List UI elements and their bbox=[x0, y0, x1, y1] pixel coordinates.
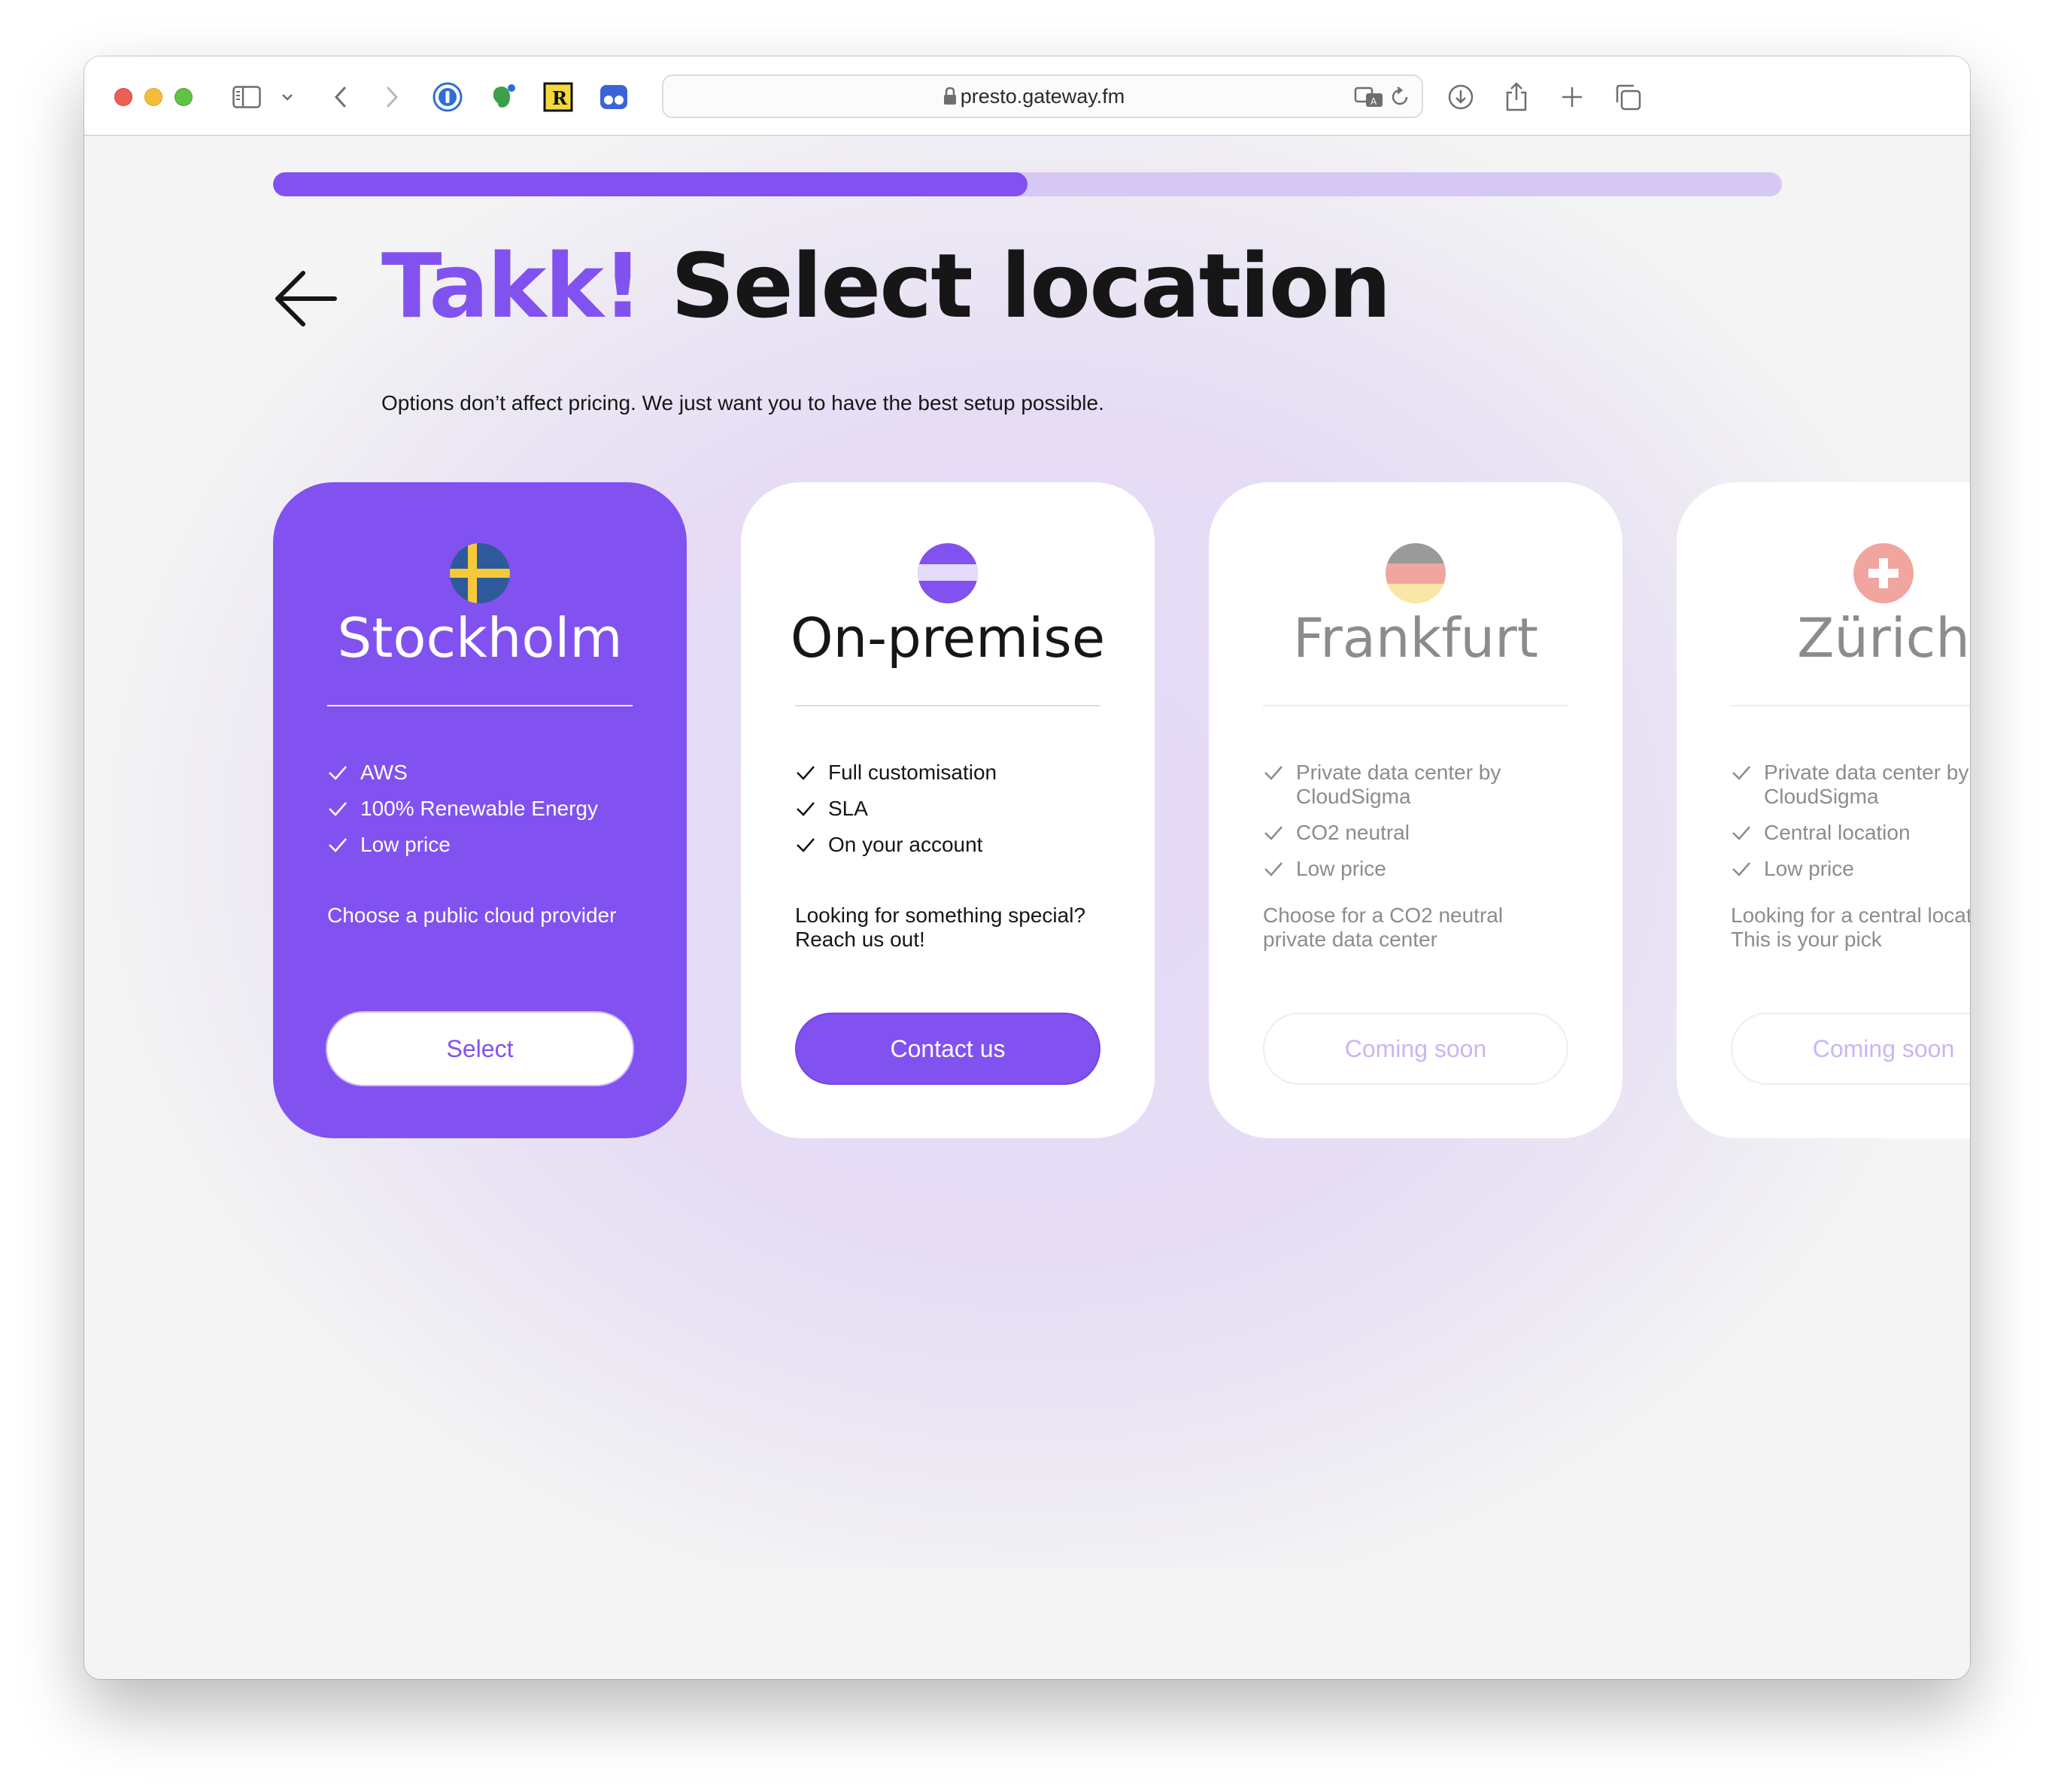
check-icon bbox=[795, 762, 816, 788]
feature-item: Low price bbox=[1263, 857, 1594, 881]
svg-text:R: R bbox=[552, 87, 568, 109]
svg-text:A: A bbox=[1371, 96, 1377, 107]
feature-list: Full customisation SLA On your account bbox=[795, 761, 1126, 869]
tab-overview-icon[interactable] bbox=[1613, 79, 1643, 115]
new-tab-icon[interactable] bbox=[1557, 79, 1587, 115]
feature-item: 100% Renewable Energy bbox=[327, 797, 658, 821]
progress-fill bbox=[273, 172, 1028, 196]
check-icon bbox=[795, 834, 816, 861]
location-card-zurich: Zürich Private data center by CloudSigma… bbox=[1677, 482, 1970, 1138]
location-title: Zürich bbox=[1797, 606, 1970, 670]
divider bbox=[1263, 705, 1568, 706]
location-title: Stockholm bbox=[337, 606, 623, 670]
feature-item: Central location bbox=[1731, 821, 1970, 845]
on-premise-flag-icon bbox=[918, 543, 978, 603]
check-icon bbox=[1263, 762, 1284, 788]
location-description: Choose a public cloud provider bbox=[327, 904, 617, 927]
check-icon bbox=[795, 798, 816, 825]
browser-toolbar: R presto.gateway.fm A bbox=[84, 56, 1970, 136]
check-icon bbox=[1731, 822, 1752, 849]
location-title: Frankfurt bbox=[1292, 606, 1539, 670]
select-button[interactable]: Select bbox=[327, 1013, 633, 1085]
share-icon[interactable] bbox=[1501, 79, 1531, 115]
back-icon[interactable] bbox=[329, 79, 351, 115]
sidebar-icon[interactable] bbox=[230, 79, 263, 115]
translate-icon[interactable]: A bbox=[1354, 86, 1384, 111]
feature-item: On your account bbox=[795, 833, 1126, 857]
location-title: On-premise bbox=[790, 606, 1106, 670]
close-window-button[interactable] bbox=[114, 88, 132, 106]
url-text: presto.gateway.fm bbox=[960, 85, 1125, 108]
reload-icon[interactable] bbox=[1390, 87, 1410, 111]
feature-list: AWS 100% Renewable Energy Low price bbox=[327, 761, 658, 869]
coming-soon-button: Coming soon bbox=[1731, 1013, 1970, 1085]
title-accent: Takk! bbox=[381, 234, 643, 338]
feature-item: SLA bbox=[795, 797, 1126, 821]
contact-us-button[interactable]: Contact us bbox=[795, 1013, 1100, 1085]
feature-item: Low price bbox=[1731, 857, 1970, 881]
coming-soon-button: Coming soon bbox=[1263, 1013, 1568, 1085]
feature-item: Low price bbox=[327, 833, 658, 857]
back-arrow-icon[interactable] bbox=[273, 266, 338, 334]
forward-icon[interactable] bbox=[381, 79, 404, 115]
check-icon bbox=[1263, 822, 1284, 849]
download-icon[interactable] bbox=[1446, 79, 1476, 115]
germany-flag-icon bbox=[1386, 543, 1446, 603]
page-subtitle: Options don’t affect pricing. We just wa… bbox=[381, 391, 1104, 415]
address-bar[interactable]: presto.gateway.fm A bbox=[662, 74, 1423, 118]
location-description: Looking for a central location? This is … bbox=[1731, 904, 1970, 951]
minimize-window-button[interactable] bbox=[144, 88, 162, 106]
check-icon bbox=[327, 798, 348, 825]
feature-item: Private data center by CloudSigma bbox=[1731, 761, 1970, 809]
check-icon bbox=[327, 834, 348, 861]
feature-item: AWS bbox=[327, 761, 658, 785]
location-description: Choose for a CO2 neutral private data ce… bbox=[1263, 904, 1504, 951]
extension-icon[interactable] bbox=[599, 79, 629, 115]
divider bbox=[795, 705, 1100, 706]
feature-list: Private data center by CloudSigma Centra… bbox=[1731, 761, 1970, 893]
feature-item: Full customisation bbox=[795, 761, 1126, 785]
sweden-flag-icon bbox=[450, 543, 510, 603]
chevron-down-icon[interactable] bbox=[278, 79, 296, 115]
location-card-stockholm[interactable]: Stockholm AWS 100% Renewable Energy Low … bbox=[273, 482, 687, 1138]
location-card-frankfurt: Frankfurt Private data center by CloudSi… bbox=[1209, 482, 1622, 1138]
readwise-icon[interactable]: R bbox=[543, 79, 573, 115]
location-card-on-premise[interactable]: On-premise Full customisation SLA On you… bbox=[741, 482, 1155, 1138]
onboarding-progress-bar bbox=[273, 172, 1782, 196]
page-title: Takk! Select location bbox=[381, 234, 1392, 338]
title-main: Select location bbox=[641, 234, 1392, 338]
check-icon bbox=[1731, 858, 1752, 885]
divider bbox=[327, 705, 633, 706]
check-icon bbox=[1731, 762, 1752, 788]
check-icon bbox=[327, 762, 348, 788]
zoom-window-button[interactable] bbox=[175, 88, 193, 106]
feature-item: Private data center by CloudSigma bbox=[1263, 761, 1594, 809]
switzerland-flag-icon bbox=[1853, 543, 1914, 603]
feature-list: Private data center by CloudSigma CO2 ne… bbox=[1263, 761, 1594, 893]
password-manager-icon[interactable] bbox=[433, 79, 463, 115]
location-description: Looking for something special? Reach us … bbox=[795, 904, 1086, 951]
browser-window: R presto.gateway.fm A Takk! Select locat… bbox=[84, 56, 1970, 1679]
feature-item: CO2 neutral bbox=[1263, 821, 1594, 845]
check-icon bbox=[1263, 858, 1284, 885]
evernote-icon[interactable] bbox=[487, 79, 518, 115]
divider bbox=[1731, 705, 1970, 706]
page-content: Takk! Select location Options don’t affe… bbox=[84, 136, 1970, 1679]
